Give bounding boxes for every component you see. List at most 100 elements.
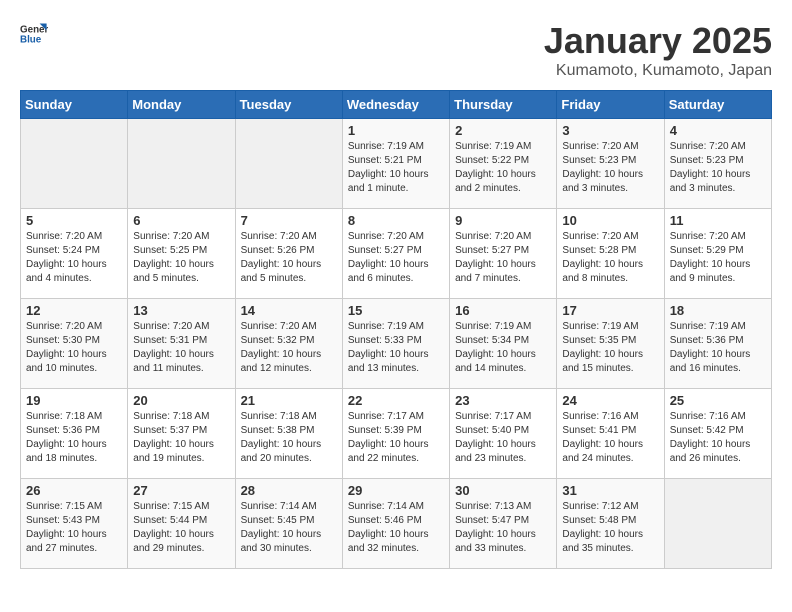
day-number: 17 <box>562 303 658 318</box>
day-cell: 21 Sunrise: 7:18 AM Sunset: 5:38 PM Dayl… <box>235 389 342 479</box>
day-cell: 3 Sunrise: 7:20 AM Sunset: 5:23 PM Dayli… <box>557 119 664 209</box>
day-cell: 13 Sunrise: 7:20 AM Sunset: 5:31 PM Dayl… <box>128 299 235 389</box>
day-number: 18 <box>670 303 766 318</box>
day-number: 27 <box>133 483 229 498</box>
day-number: 1 <box>348 123 444 138</box>
day-sunrise: Sunrise: 7:20 AM <box>670 141 746 152</box>
day-sunset: Sunset: 5:44 PM <box>133 515 207 526</box>
day-sunset: Sunset: 5:36 PM <box>670 335 744 346</box>
day-sunrise: Sunrise: 7:15 AM <box>26 501 102 512</box>
day-sunset: Sunset: 5:22 PM <box>455 155 529 166</box>
day-sunset: Sunset: 5:40 PM <box>455 425 529 436</box>
day-sunset: Sunset: 5:41 PM <box>562 425 636 436</box>
day-cell: 18 Sunrise: 7:19 AM Sunset: 5:36 PM Dayl… <box>664 299 771 389</box>
day-cell: 24 Sunrise: 7:16 AM Sunset: 5:41 PM Dayl… <box>557 389 664 479</box>
day-daylight: Daylight: 10 hours and 7 minutes. <box>455 259 536 284</box>
day-daylight: Daylight: 10 hours and 5 minutes. <box>241 259 322 284</box>
day-number: 8 <box>348 213 444 228</box>
day-number: 16 <box>455 303 551 318</box>
day-daylight: Daylight: 10 hours and 1 minute. <box>348 169 429 194</box>
day-number: 25 <box>670 393 766 408</box>
day-cell: 27 Sunrise: 7:15 AM Sunset: 5:44 PM Dayl… <box>128 479 235 569</box>
day-number: 13 <box>133 303 229 318</box>
day-daylight: Daylight: 10 hours and 3 minutes. <box>670 169 751 194</box>
day-sunrise: Sunrise: 7:18 AM <box>133 411 209 422</box>
day-number: 9 <box>455 213 551 228</box>
day-sunset: Sunset: 5:30 PM <box>26 335 100 346</box>
day-sunset: Sunset: 5:39 PM <box>348 425 422 436</box>
day-cell: 30 Sunrise: 7:13 AM Sunset: 5:47 PM Dayl… <box>450 479 557 569</box>
day-number: 21 <box>241 393 337 408</box>
day-daylight: Daylight: 10 hours and 2 minutes. <box>455 169 536 194</box>
day-sunrise: Sunrise: 7:17 AM <box>455 411 531 422</box>
day-cell: 6 Sunrise: 7:20 AM Sunset: 5:25 PM Dayli… <box>128 209 235 299</box>
day-daylight: Daylight: 10 hours and 15 minutes. <box>562 349 643 374</box>
day-sunrise: Sunrise: 7:13 AM <box>455 501 531 512</box>
day-cell: 14 Sunrise: 7:20 AM Sunset: 5:32 PM Dayl… <box>235 299 342 389</box>
day-sunset: Sunset: 5:27 PM <box>348 245 422 256</box>
weekday-header-row: Sunday Monday Tuesday Wednesday Thursday… <box>21 91 772 119</box>
day-cell <box>128 119 235 209</box>
day-sunrise: Sunrise: 7:20 AM <box>241 231 317 242</box>
day-cell: 10 Sunrise: 7:20 AM Sunset: 5:28 PM Dayl… <box>557 209 664 299</box>
day-daylight: Daylight: 10 hours and 12 minutes. <box>241 349 322 374</box>
day-sunset: Sunset: 5:26 PM <box>241 245 315 256</box>
day-daylight: Daylight: 10 hours and 14 minutes. <box>455 349 536 374</box>
header-wednesday: Wednesday <box>342 91 449 119</box>
day-daylight: Daylight: 10 hours and 11 minutes. <box>133 349 214 374</box>
day-sunrise: Sunrise: 7:19 AM <box>455 321 531 332</box>
day-number: 26 <box>26 483 122 498</box>
week-row-2: 5 Sunrise: 7:20 AM Sunset: 5:24 PM Dayli… <box>21 209 772 299</box>
header-monday: Monday <box>128 91 235 119</box>
day-sunset: Sunset: 5:23 PM <box>670 155 744 166</box>
logo-icon: General Blue <box>20 20 48 48</box>
day-daylight: Daylight: 10 hours and 26 minutes. <box>670 439 751 464</box>
day-sunrise: Sunrise: 7:16 AM <box>670 411 746 422</box>
day-daylight: Daylight: 10 hours and 4 minutes. <box>26 259 107 284</box>
day-cell: 29 Sunrise: 7:14 AM Sunset: 5:46 PM Dayl… <box>342 479 449 569</box>
day-daylight: Daylight: 10 hours and 18 minutes. <box>26 439 107 464</box>
header-tuesday: Tuesday <box>235 91 342 119</box>
day-cell: 2 Sunrise: 7:19 AM Sunset: 5:22 PM Dayli… <box>450 119 557 209</box>
day-number: 19 <box>26 393 122 408</box>
day-daylight: Daylight: 10 hours and 19 minutes. <box>133 439 214 464</box>
day-cell: 28 Sunrise: 7:14 AM Sunset: 5:45 PM Dayl… <box>235 479 342 569</box>
day-sunset: Sunset: 5:38 PM <box>241 425 315 436</box>
day-sunrise: Sunrise: 7:20 AM <box>455 231 531 242</box>
day-daylight: Daylight: 10 hours and 24 minutes. <box>562 439 643 464</box>
day-number: 22 <box>348 393 444 408</box>
day-sunrise: Sunrise: 7:15 AM <box>133 501 209 512</box>
day-cell: 5 Sunrise: 7:20 AM Sunset: 5:24 PM Dayli… <box>21 209 128 299</box>
day-sunrise: Sunrise: 7:19 AM <box>670 321 746 332</box>
svg-text:Blue: Blue <box>20 34 42 45</box>
day-number: 28 <box>241 483 337 498</box>
day-cell: 9 Sunrise: 7:20 AM Sunset: 5:27 PM Dayli… <box>450 209 557 299</box>
day-daylight: Daylight: 10 hours and 9 minutes. <box>670 259 751 284</box>
day-number: 7 <box>241 213 337 228</box>
day-sunset: Sunset: 5:31 PM <box>133 335 207 346</box>
day-number: 31 <box>562 483 658 498</box>
day-cell: 25 Sunrise: 7:16 AM Sunset: 5:42 PM Dayl… <box>664 389 771 479</box>
day-sunset: Sunset: 5:21 PM <box>348 155 422 166</box>
day-sunrise: Sunrise: 7:14 AM <box>241 501 317 512</box>
day-sunset: Sunset: 5:25 PM <box>133 245 207 256</box>
day-daylight: Daylight: 10 hours and 33 minutes. <box>455 529 536 554</box>
day-cell: 22 Sunrise: 7:17 AM Sunset: 5:39 PM Dayl… <box>342 389 449 479</box>
day-sunrise: Sunrise: 7:19 AM <box>562 321 638 332</box>
day-daylight: Daylight: 10 hours and 13 minutes. <box>348 349 429 374</box>
day-number: 6 <box>133 213 229 228</box>
day-sunrise: Sunrise: 7:12 AM <box>562 501 638 512</box>
day-number: 2 <box>455 123 551 138</box>
day-sunrise: Sunrise: 7:20 AM <box>670 231 746 242</box>
day-sunset: Sunset: 5:46 PM <box>348 515 422 526</box>
day-cell: 8 Sunrise: 7:20 AM Sunset: 5:27 PM Dayli… <box>342 209 449 299</box>
day-sunset: Sunset: 5:24 PM <box>26 245 100 256</box>
header-friday: Friday <box>557 91 664 119</box>
day-sunrise: Sunrise: 7:20 AM <box>348 231 424 242</box>
day-sunset: Sunset: 5:34 PM <box>455 335 529 346</box>
header-sunday: Sunday <box>21 91 128 119</box>
day-sunset: Sunset: 5:32 PM <box>241 335 315 346</box>
day-cell: 16 Sunrise: 7:19 AM Sunset: 5:34 PM Dayl… <box>450 299 557 389</box>
title-area: January 2025 Kumamoto, Kumamoto, Japan <box>544 20 772 80</box>
day-daylight: Daylight: 10 hours and 30 minutes. <box>241 529 322 554</box>
